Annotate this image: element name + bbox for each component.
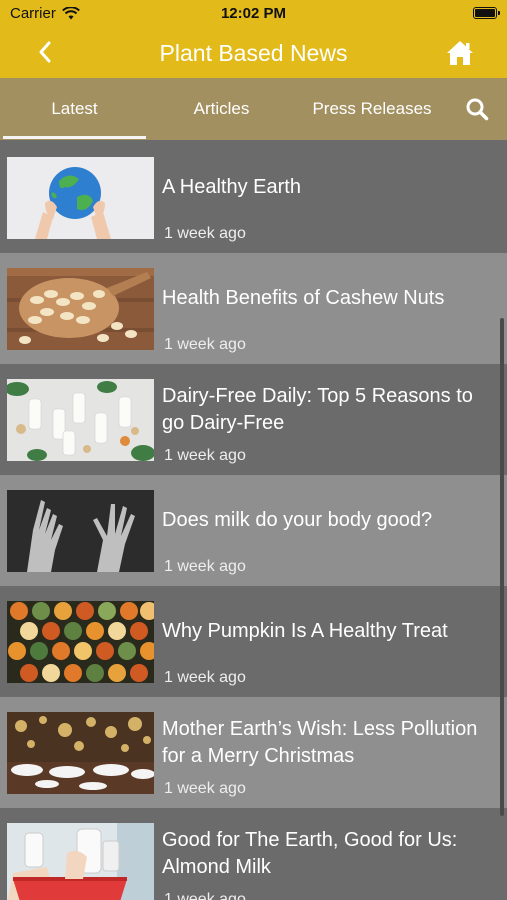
article-thumbnail-almond-milk — [7, 823, 154, 900]
article-thumbnail-cashews — [7, 268, 154, 350]
page-title: Plant Based News — [159, 40, 348, 66]
article-age: 1 week ago — [164, 891, 246, 900]
article-row[interactable]: A Healthy Earth 1 week ago — [0, 142, 507, 253]
article-thumbnail-milk-bottles — [7, 379, 154, 461]
article-title: Does milk do your body good? — [162, 509, 433, 531]
tab-bar: Latest Articles Press Releases — [0, 78, 507, 140]
article-age: 1 week ago — [164, 669, 246, 686]
tab-articles[interactable]: Articles — [150, 78, 293, 140]
article-title: Mother Earth’s Wish: Less Pollution for … — [162, 718, 478, 767]
article-thumbnail-pumpkins — [7, 601, 154, 683]
tab-press-releases[interactable]: Press Releases — [296, 78, 448, 140]
home-icon — [447, 41, 473, 65]
article-row[interactable]: Mother Earth’s Wish: Less Pollution for … — [0, 697, 507, 808]
article-title: Good for The Earth, Good for Us: Almond … — [162, 829, 458, 878]
article-row[interactable]: Good for The Earth, Good for Us: Almond … — [0, 808, 507, 900]
tab-selected-indicator — [3, 136, 146, 139]
article-list[interactable]: A Healthy Earth 1 week ago Health Benefi… — [0, 142, 507, 900]
status-bar: Carrier 12:02 PM — [0, 0, 507, 28]
article-title: Why Pumpkin Is A Healthy Treat — [162, 620, 448, 642]
article-age: 1 week ago — [164, 336, 246, 353]
article-row[interactable]: Does milk do your body good? 1 week ago — [0, 475, 507, 586]
article-row[interactable]: Health Benefits of Cashew Nuts 1 week ag… — [0, 253, 507, 364]
article-row[interactable]: Why Pumpkin Is A Healthy Treat 1 week ag… — [0, 586, 507, 697]
article-title: Health Benefits of Cashew Nuts — [162, 287, 445, 309]
article-title: A Healthy Earth — [162, 176, 301, 198]
article-age: 1 week ago — [164, 447, 246, 464]
article-age: 1 week ago — [164, 780, 246, 797]
article-thumbnail-earth — [7, 157, 154, 239]
home-button[interactable] — [443, 36, 477, 70]
battery-icon — [473, 7, 500, 19]
tab-latest[interactable]: Latest — [3, 78, 146, 140]
scrollbar[interactable] — [500, 318, 504, 816]
article-thumbnail-x-ray — [7, 490, 154, 572]
nav-bar: Plant Based News — [0, 28, 507, 78]
article-thumbnail-christmas — [7, 712, 154, 794]
search-icon[interactable] — [465, 97, 489, 121]
article-title: Dairy-Free Daily: Top 5 Reasons to go Da… — [162, 385, 473, 434]
article-row[interactable]: Dairy-Free Daily: Top 5 Reasons to go Da… — [0, 364, 507, 475]
status-time: 12:02 PM — [220, 5, 287, 22]
article-age: 1 week ago — [164, 558, 246, 575]
article-age: 1 week ago — [164, 225, 246, 242]
